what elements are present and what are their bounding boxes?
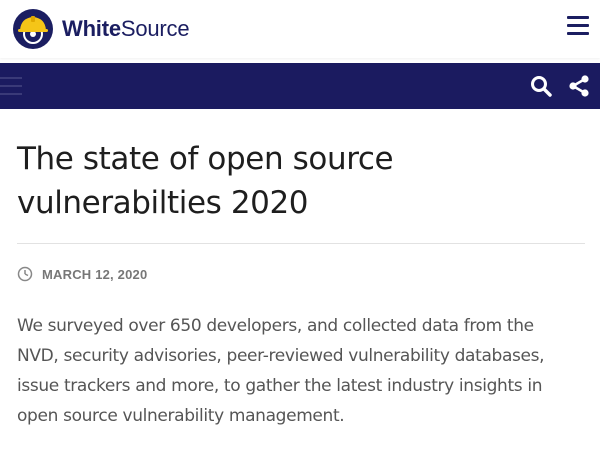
- summary-line-4: open source vulnerability management.: [17, 406, 345, 426]
- date-text: MARCH 12, 2020: [42, 266, 148, 282]
- clock-icon: [17, 266, 33, 282]
- site-header: WhiteSource: [0, 0, 600, 58]
- search-icon[interactable]: [529, 74, 553, 98]
- hardhat-gear-icon: [13, 9, 53, 49]
- share-icon[interactable]: [567, 74, 591, 98]
- article-title-line-2: vulnerabilties 2020: [17, 185, 309, 221]
- collapsed-menu-icon[interactable]: [0, 77, 22, 101]
- whitesource-logo[interactable]: WhiteSource: [12, 8, 190, 50]
- brand-name: WhiteSource: [62, 16, 190, 42]
- summary-line-1: We surveyed over 650 developers, and col…: [17, 316, 534, 336]
- publish-date: MARCH 12, 2020: [17, 266, 147, 282]
- title-divider: [17, 243, 585, 244]
- article-title: The state of open source vulnerabilties …: [17, 137, 577, 225]
- article-summary: We surveyed over 650 developers, and col…: [17, 311, 583, 431]
- article-title-line-1: The state of open source: [17, 141, 394, 177]
- nav-bar: [0, 63, 600, 109]
- brand-name-regular: Source: [120, 16, 190, 41]
- hamburger-menu-icon[interactable]: [567, 16, 589, 38]
- summary-line-2: NVD, security advisories, peer-reviewed …: [17, 346, 545, 366]
- brand-name-bold: White: [62, 16, 121, 41]
- summary-line-3: issue trackers and more, to gather the l…: [17, 376, 543, 396]
